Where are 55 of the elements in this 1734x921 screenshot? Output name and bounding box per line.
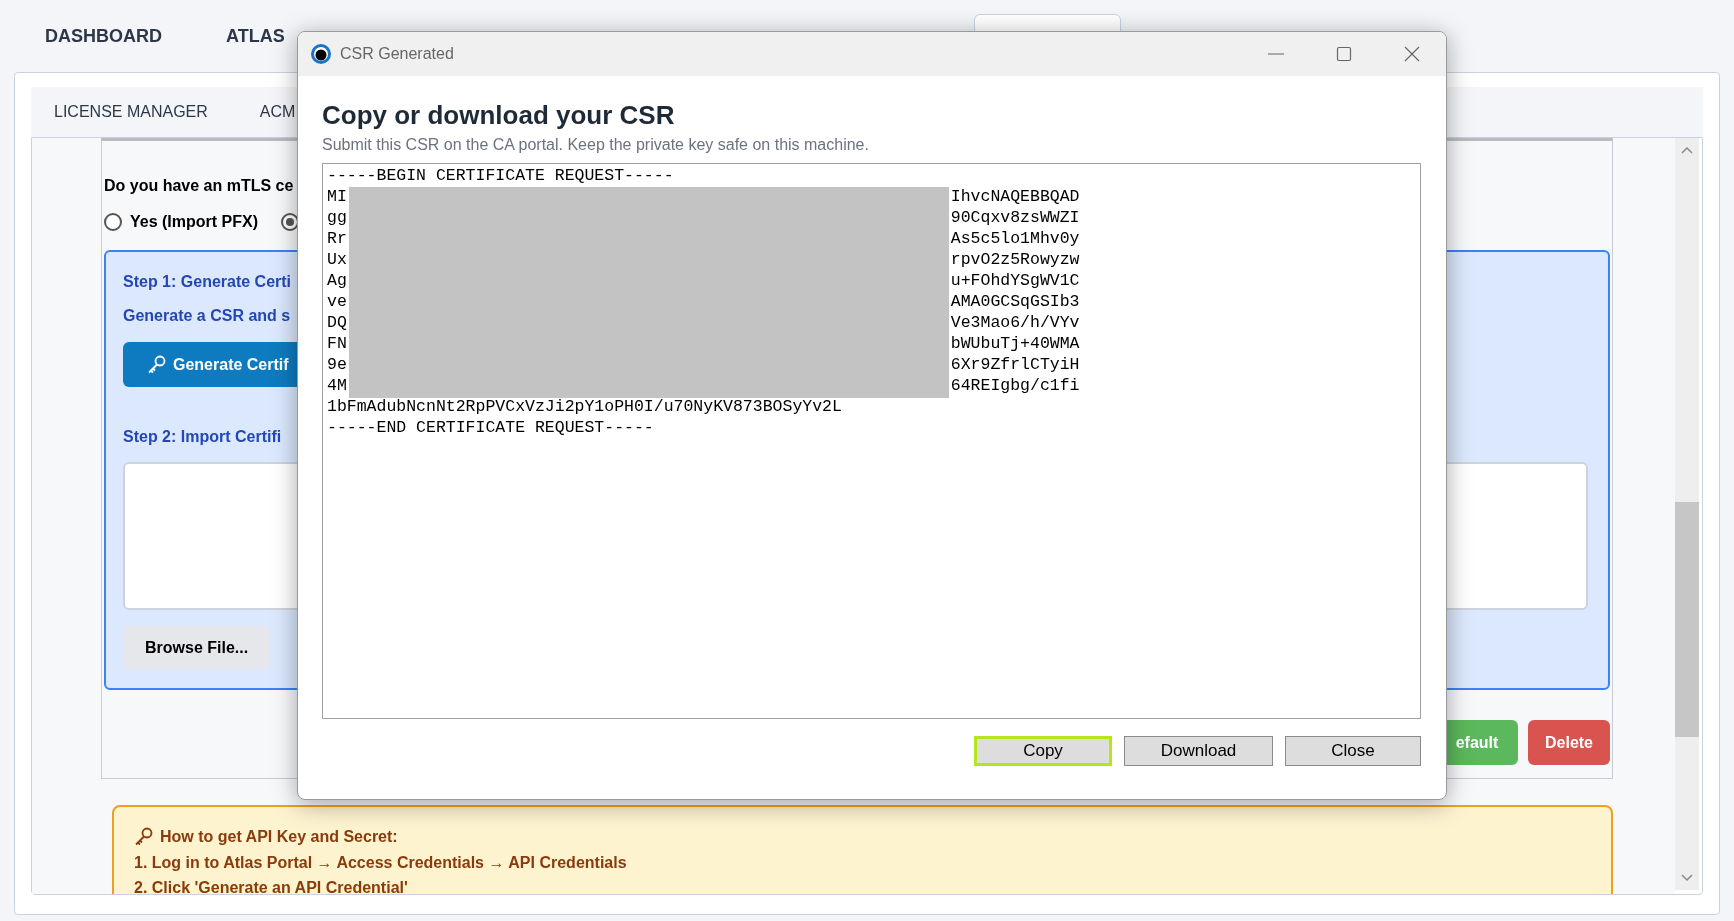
csr-line-end: rpvO2z5Rowyzw [950,249,1080,270]
csr-line-end: bWUbuTj+40WMA [950,333,1080,354]
csr-line-end: As5c5lo1Mhv0y [950,228,1080,249]
radio-label: Yes (Import PFX) [130,212,259,232]
csr-line-end: 90Cqxv8zsWWZI [950,207,1080,228]
close-icon [1404,46,1420,62]
csr-line-end: 64REIgbg/c1fi [950,375,1080,396]
csr-line-start: Ux [327,249,347,270]
scroll-up-icon[interactable] [1681,146,1693,154]
csr-line-start: DQ [327,312,347,333]
csr-line-start: 9e [327,354,347,375]
csr-line-start: MI [327,186,347,207]
help-title: How to get API Key and Secret: [160,827,398,847]
dialog-button[interactable]: Download [1124,736,1273,766]
tab[interactable]: LICENSE MANAGER [54,100,208,124]
csr-line-start: gg [327,207,347,228]
scroll-down-icon[interactable] [1681,874,1693,882]
step-title: Step 1: Generate Certi [123,272,292,292]
csr-line-start: 4M [327,375,347,396]
csr-line-start: ve [327,291,347,312]
dialog-subtitle: Submit this CSR on the CA portal. Keep the private key safe on this machine. [322,135,870,155]
dialog-button[interactable]: Copy [974,736,1112,766]
nav-link[interactable]: DASHBOARD [45,22,162,50]
window-title: CSR Generated [340,44,454,64]
browse-button[interactable]: Browse File... [123,626,271,669]
csr-line-start: Rr [327,228,347,249]
csr-line-end: 6Xr9ZfrlCTyiH [950,354,1080,375]
csr-line-end: AMA0GCSqGSIb3 [950,291,1080,312]
scrollbar[interactable] [1675,138,1699,890]
minimize-icon [1268,53,1284,55]
app-icon [310,43,332,65]
help-step: 2. Click 'Generate an API Credential' [134,877,408,894]
csr-line-start: Ag [327,270,347,291]
csr-line-end: u+FOhdYSgWV1C [950,270,1080,291]
maximize-icon [1336,46,1352,62]
csr-line: -----END CERTIFICATE REQUEST----- [327,417,655,438]
tab[interactable]: ACM [259,100,296,124]
question-label: Do you have an mTLS ce [104,176,294,196]
dialog-heading: Copy or download your CSR [322,99,676,132]
csr-line-start: FN [327,333,347,354]
key-icon [147,354,167,375]
nav-link[interactable]: ATLAS [226,22,285,50]
dialog-button[interactable]: Close [1285,736,1421,766]
csr-line-end: Ve3Mao6/h/VYv [950,312,1080,333]
step-title: Step 2: Import Certifi [123,427,282,447]
csr-text-area[interactable] [322,163,1421,719]
scroll-thumb[interactable] [1675,502,1699,737]
radio-button[interactable] [104,213,122,231]
csr-line: 1bFmAdubNcnNt2RpPVCxVzJi2pY1oPH0I/u70NyKV873BOSyYv2L [327,396,843,417]
action-button[interactable]: Delete [1528,720,1610,765]
csr-line: -----BEGIN CERTIFICATE REQUEST----- [327,165,675,186]
help-step: 1. Log in to Atlas Portal → Access Credentials → API Credentials [134,852,627,874]
csr-line-end: IhvcNAQEBBQAD [950,186,1080,207]
key-icon [134,827,154,847]
step-description: Generate a CSR and s [123,306,291,326]
